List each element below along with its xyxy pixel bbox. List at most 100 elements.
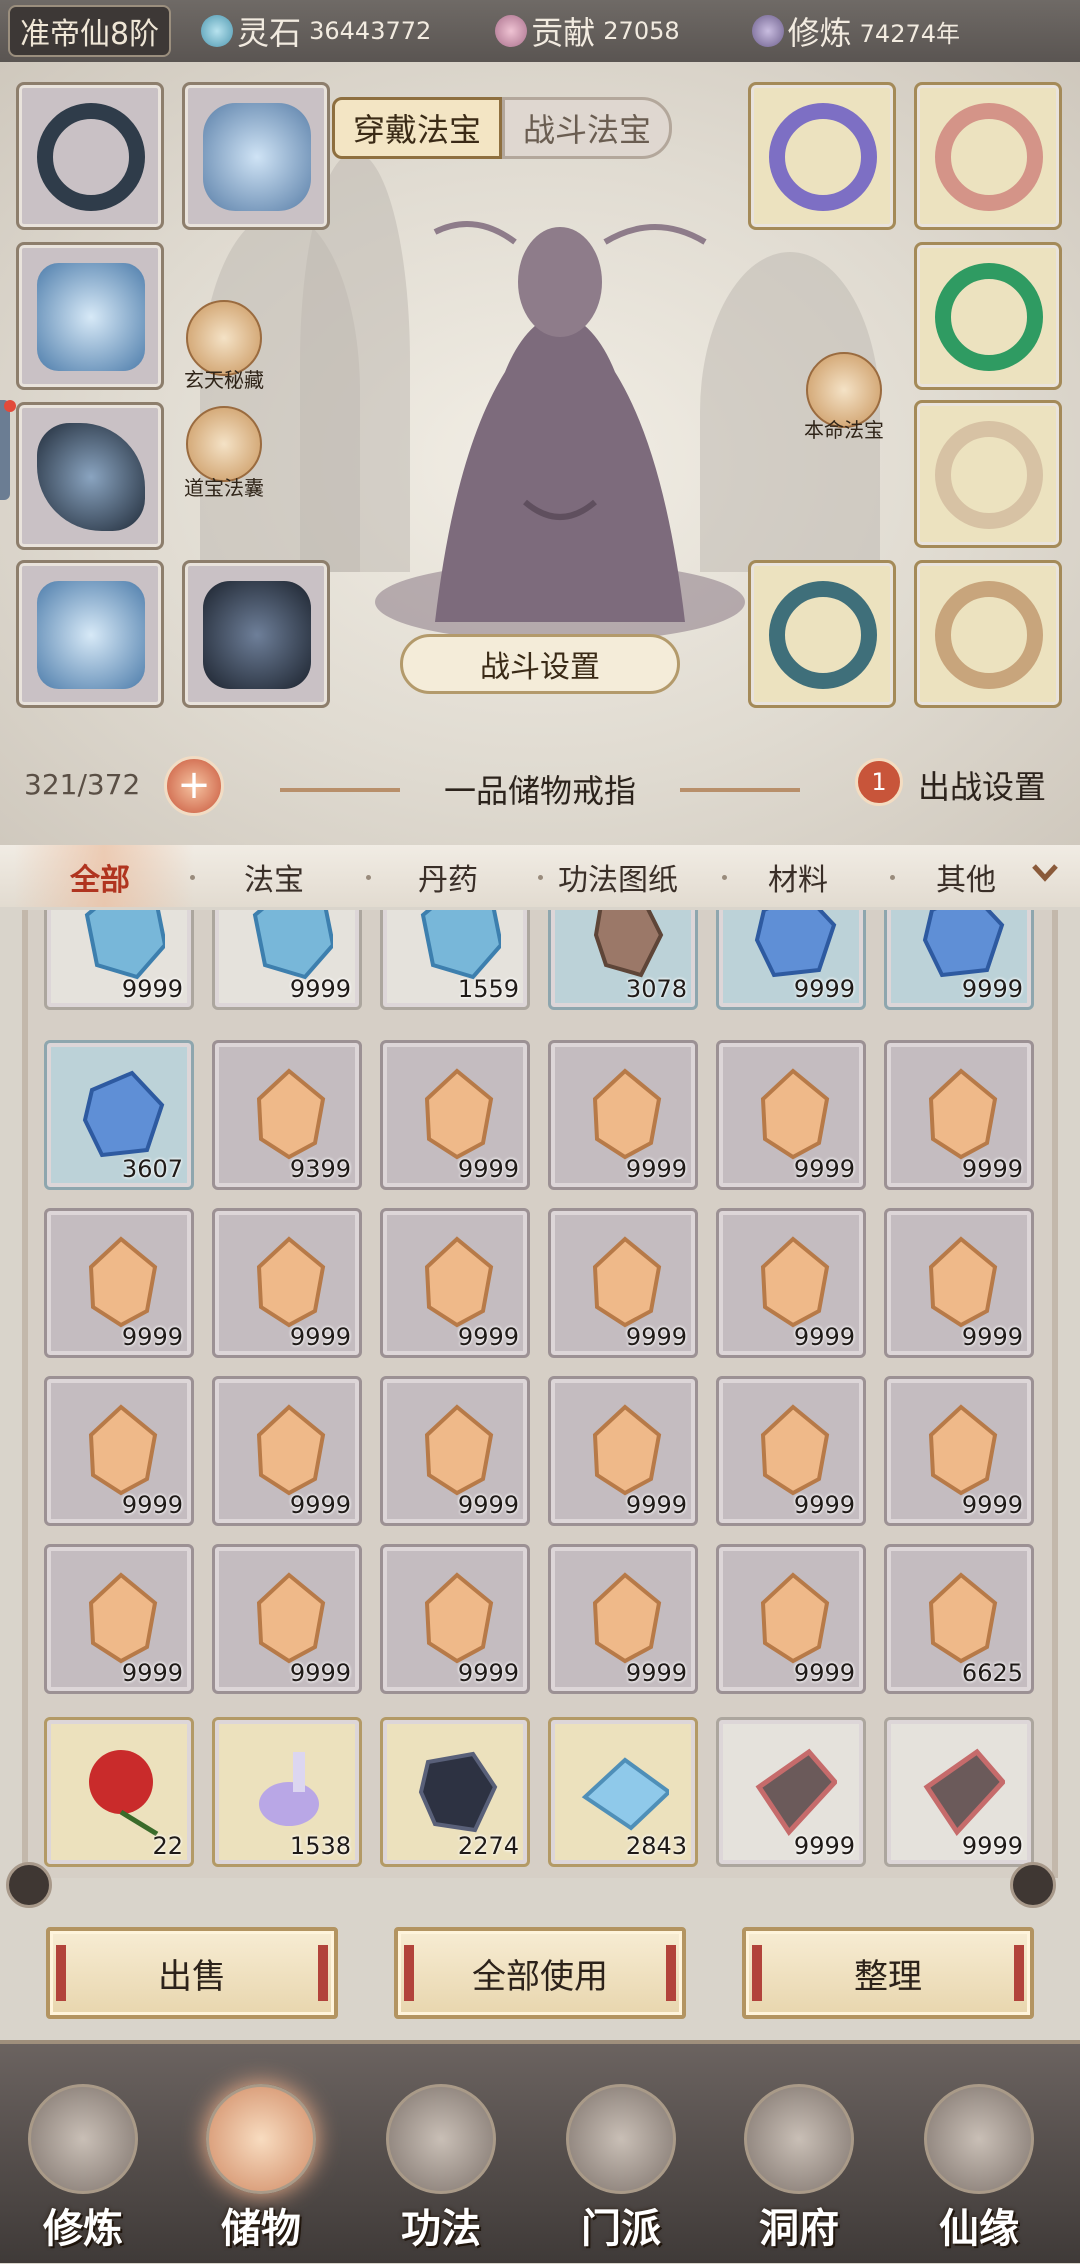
item-slot[interactable]: 9999: [212, 910, 362, 1010]
item-slot[interactable]: 9999: [716, 1040, 866, 1190]
ring-slot-5[interactable]: [748, 560, 896, 708]
item-slot[interactable]: 9999: [884, 1376, 1034, 1526]
amber-icon: [245, 1569, 333, 1665]
deploy-count-badge: 1: [855, 758, 903, 806]
nav-storage[interactable]: 储物: [186, 2084, 336, 2264]
item-slot[interactable]: 9999: [44, 1376, 194, 1526]
scroll-up-button[interactable]: [1010, 1862, 1056, 1908]
use-all-button[interactable]: 全部使用: [394, 1927, 686, 2019]
item-slot[interactable]: 9999: [884, 910, 1034, 1010]
item-slot[interactable]: 9999: [380, 1376, 530, 1526]
treasure-pouch-button[interactable]: [186, 406, 262, 482]
tab-separator: [722, 875, 727, 880]
item-slot[interactable]: 9999: [212, 1208, 362, 1358]
item-slot[interactable]: 9999: [212, 1544, 362, 1694]
fight-settings-button[interactable]: 战斗设置: [400, 634, 680, 694]
item-slot[interactable]: 1538: [212, 1717, 362, 1867]
ring-slot-6[interactable]: [914, 560, 1062, 708]
tab-separator: [538, 875, 543, 880]
ring-slot-1[interactable]: [748, 82, 896, 230]
equip-slot-helmet[interactable]: [182, 82, 330, 230]
amber-icon: [77, 1401, 165, 1497]
ring-slot-2[interactable]: [914, 82, 1062, 230]
item-quantity: 2843: [625, 1832, 687, 1860]
item-slot[interactable]: 3607: [44, 1040, 194, 1190]
item-slot[interactable]: 9999: [884, 1717, 1034, 1867]
tab-pills[interactable]: 丹药: [418, 855, 478, 899]
item-slot[interactable]: 9999: [716, 910, 866, 1010]
amber-icon: [749, 1065, 837, 1161]
ring-slot-4[interactable]: [914, 400, 1062, 548]
equip-slot-boots[interactable]: [182, 560, 330, 708]
item-slot[interactable]: 9999: [548, 1208, 698, 1358]
deploy-settings-button[interactable]: 出战设置: [918, 762, 1046, 808]
item-slot[interactable]: 9999: [548, 1544, 698, 1694]
nav-cultivate[interactable]: 修炼: [8, 2084, 158, 2264]
amber-icon: [413, 1233, 501, 1329]
amber-icon: [581, 1233, 669, 1329]
pants-icon: [37, 581, 145, 689]
item-slot[interactable]: 22: [44, 1717, 194, 1867]
side-handle[interactable]: [0, 400, 10, 500]
item-slot[interactable]: 9399: [212, 1040, 362, 1190]
item-slot[interactable]: 9999: [212, 1376, 362, 1526]
item-slot[interactable]: 9999: [716, 1208, 866, 1358]
tab-separator: [190, 875, 195, 880]
sort-button[interactable]: 整理: [742, 1927, 1034, 2019]
sell-button[interactable]: 出售: [46, 1927, 338, 2019]
item-slot[interactable]: 2274: [380, 1717, 530, 1867]
chevron-down-icon[interactable]: [1028, 856, 1062, 890]
item-slot[interactable]: 9999: [716, 1717, 866, 1867]
tab-battle-treasure[interactable]: 战斗法宝: [502, 97, 673, 159]
nav-sect[interactable]: 门派: [546, 2084, 696, 2264]
item-slot[interactable]: 2843: [548, 1717, 698, 1867]
amber-icon: [413, 1401, 501, 1497]
equip-slot-pants[interactable]: [16, 560, 164, 708]
item-slot[interactable]: 9999: [884, 1040, 1034, 1190]
tab-treasures[interactable]: 法宝: [244, 855, 304, 899]
item-slot[interactable]: 9999: [548, 1040, 698, 1190]
item-slot[interactable]: 9999: [884, 1208, 1034, 1358]
item-slot[interactable]: 9999: [716, 1544, 866, 1694]
item-slot[interactable]: 9999: [380, 1040, 530, 1190]
nav-cave[interactable]: 洞府: [724, 2084, 874, 2264]
amber-icon: [413, 1065, 501, 1161]
item-slot[interactable]: 3078: [548, 910, 698, 1010]
ring-icon: [769, 103, 877, 211]
bottom-nav: 修炼 储物 功法 门派 洞府 仙缘: [0, 2040, 1080, 2263]
item-quantity: 3607: [121, 1155, 183, 1183]
equip-slot-gauntlet[interactable]: [16, 402, 164, 550]
item-slot[interactable]: 9999: [380, 1208, 530, 1358]
ring-slot-3[interactable]: [914, 242, 1062, 390]
amber-icon: [917, 1569, 1005, 1665]
item-quantity: 9999: [961, 1491, 1023, 1519]
ring-icon: [935, 103, 1043, 211]
item-slot[interactable]: 9999: [44, 1544, 194, 1694]
item-slot[interactable]: 9999: [44, 910, 194, 1010]
item-quantity: 9999: [121, 1659, 183, 1687]
scroll-down-button[interactable]: [6, 1862, 52, 1908]
meditating-character: [375, 221, 745, 642]
item-slot[interactable]: 9999: [716, 1376, 866, 1526]
item-slot[interactable]: 1559: [380, 910, 530, 1010]
item-slot[interactable]: 9999: [548, 1376, 698, 1526]
equip-slot-necklace[interactable]: [16, 82, 164, 230]
tab-materials[interactable]: 材料: [768, 855, 828, 899]
item-quantity: 9999: [793, 1155, 855, 1183]
sect-gate-icon: [566, 2084, 676, 2194]
item-quantity: 9999: [961, 1832, 1023, 1860]
tab-all[interactable]: 全部: [70, 855, 130, 899]
equip-slot-armor[interactable]: [16, 242, 164, 390]
item-quantity: 9999: [961, 1155, 1023, 1183]
item-quantity: 9999: [961, 1323, 1023, 1351]
tab-techniques[interactable]: 功法图纸: [558, 855, 678, 899]
item-slot[interactable]: 9999: [380, 1544, 530, 1694]
tab-wear-treasure[interactable]: 穿戴法宝: [332, 97, 503, 159]
nav-fate[interactable]: 仙缘: [904, 2084, 1054, 2264]
item-slot[interactable]: 6625: [884, 1544, 1034, 1694]
nav-techniques[interactable]: 功法: [366, 2084, 516, 2264]
item-slot[interactable]: 9999: [44, 1208, 194, 1358]
item-quantity: 9999: [793, 1323, 855, 1351]
tab-others[interactable]: 其他: [936, 855, 996, 899]
tab-separator: [366, 875, 371, 880]
